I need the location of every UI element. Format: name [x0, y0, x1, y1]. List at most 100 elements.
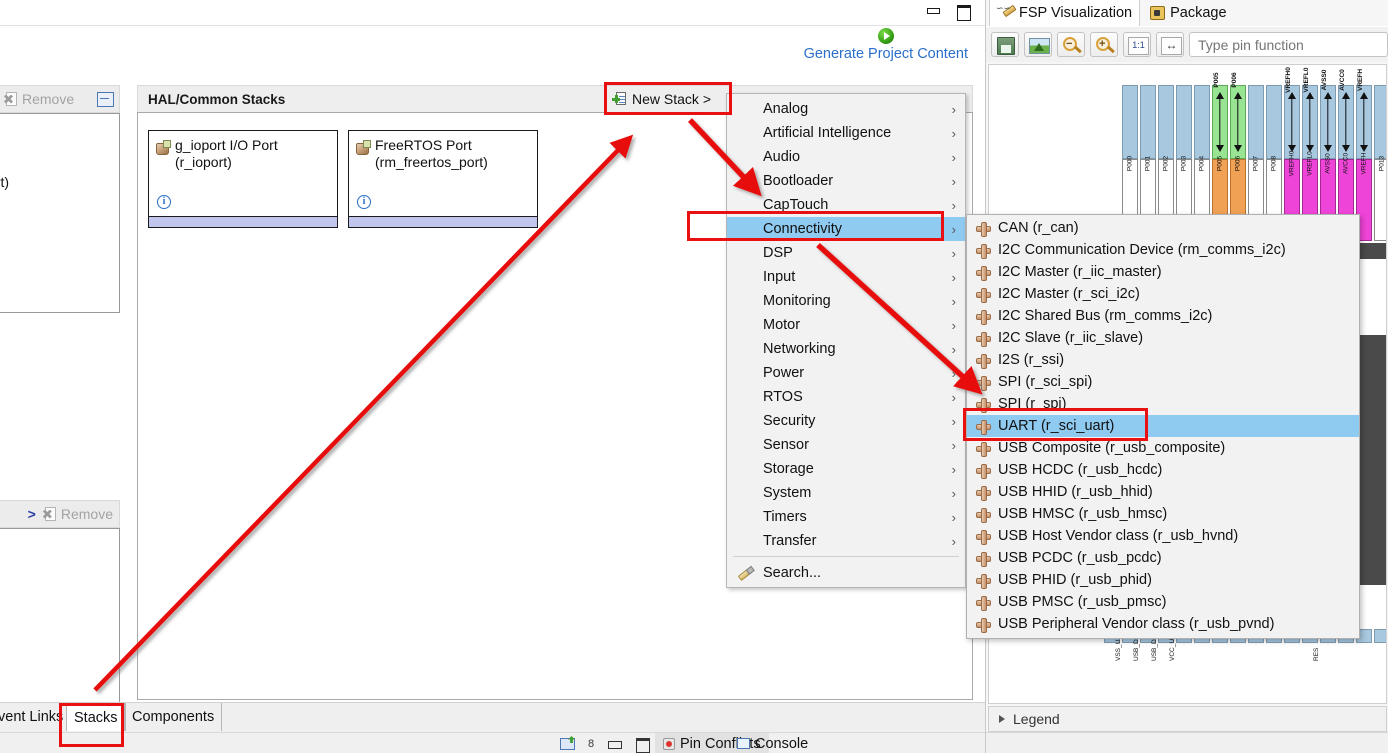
chevron-right-icon: ›	[951, 150, 956, 165]
pin-column-bottom[interactable]	[1374, 613, 1386, 650]
stack-line1: g_ioport I/O Port	[175, 137, 278, 153]
pin-module-icon	[976, 243, 991, 259]
menu-item-search[interactable]: Search...	[727, 560, 965, 585]
tab-event-links-label: vent Links	[0, 709, 64, 725]
connectivity-submenu[interactable]: CAN (r_can) I2C Communication Device (rm…	[966, 214, 1360, 639]
tab-console[interactable]: Console	[737, 733, 808, 753]
menu-item-captouch[interactable]: CapTouch ›	[727, 193, 965, 217]
menu-item-timers[interactable]: Timers ›	[727, 505, 965, 529]
pin-module-icon	[976, 617, 991, 633]
menu-item-monitoring[interactable]: Monitoring ›	[727, 289, 965, 313]
submenu-item-usb-phid[interactable]: USB PHID (r_usb_phid)	[967, 569, 1359, 591]
pin-top-name: P006	[1231, 72, 1238, 88]
green-play-icon[interactable]	[877, 28, 894, 44]
submenu-item-usb-composite[interactable]: USB Composite (r_usb_composite)	[967, 437, 1359, 459]
submenu-item-i2c-master-sci[interactable]: I2C Master (r_sci_i2c)	[967, 283, 1359, 305]
generate-project-content-link[interactable]: Generate Project Content	[804, 46, 968, 62]
info-icon[interactable]: i	[157, 195, 171, 209]
submenu-item-usb-hmsc[interactable]: USB HMSC (r_usb_hmsc)	[967, 503, 1359, 525]
pin-function-search-input[interactable]	[1189, 32, 1388, 57]
tab-components[interactable]: Components	[124, 703, 223, 731]
menu-item-rtos[interactable]: RTOS ›	[727, 385, 965, 409]
maximize-icon[interactable]	[955, 2, 971, 21]
page-title: HAL/Common Stacks	[148, 91, 286, 107]
tab-event-links[interactable]: vent Links	[0, 703, 72, 731]
info-icon[interactable]: i	[357, 195, 371, 209]
collapse-all-icon[interactable]	[97, 92, 114, 107]
menu-item-power[interactable]: Power ›	[727, 361, 965, 385]
remove-button-2[interactable]: Remove	[42, 506, 113, 522]
submenu-item-uart[interactable]: UART (r_sci_uart)	[967, 415, 1359, 437]
tab-fsp-visualization[interactable]: FSP Visualization	[989, 0, 1141, 26]
submenu-item-usb-hcdc[interactable]: USB HCDC (r_usb_hcdc)	[967, 459, 1359, 481]
menu-item-motor[interactable]: Motor ›	[727, 313, 965, 337]
submenu-item-usb-hhid[interactable]: USB HHID (r_usb_hhid)	[967, 481, 1359, 503]
submenu-label: USB PHID (r_usb_phid)	[998, 572, 1152, 588]
maximize-view-icon[interactable]	[635, 737, 651, 753]
pin-module-icon	[976, 309, 991, 325]
menu-item-security[interactable]: Security ›	[727, 409, 965, 433]
package-icon	[1150, 6, 1166, 20]
zoom-in-icon[interactable]: +	[1090, 32, 1118, 57]
submenu-item-i2c-master-iic[interactable]: I2C Master (r_iic_master)	[967, 261, 1359, 283]
submenu-item-usb-host-vendor[interactable]: USB Host Vendor class (r_usb_hvnd)	[967, 525, 1359, 547]
menu-item-audio[interactable]: Audio ›	[727, 145, 965, 169]
stack-line2: (rm_freertos_port)	[375, 154, 488, 170]
new-stack-button[interactable]: New Stack >	[605, 89, 721, 109]
menu-label: Connectivity	[763, 221, 842, 237]
menu-item-system[interactable]: System ›	[727, 481, 965, 505]
pin-upper	[1374, 85, 1386, 159]
tab-stacks[interactable]: Stacks	[66, 703, 126, 731]
pin-column[interactable]: P013	[1374, 85, 1386, 241]
submenu-item-i2c-shared-bus[interactable]: I2C Shared Bus (rm_comms_i2c)	[967, 305, 1359, 327]
menu-item-connectivity[interactable]: Connectivity ›	[727, 217, 965, 241]
menu-item-transfer[interactable]: Transfer ›	[727, 529, 965, 553]
stack-footer-bar	[149, 216, 337, 227]
submenu-item-i2s[interactable]: I2S (r_ssi)	[967, 349, 1359, 371]
submenu-item-usb-pmsc[interactable]: USB PMSC (r_usb_pmsc)	[967, 591, 1359, 613]
stack-module-freertos-port[interactable]: FreeRTOS Port (rm_freertos_port) i	[348, 130, 538, 228]
pin-module-icon	[976, 595, 991, 611]
submenu-item-usb-pcdc[interactable]: USB PCDC (r_usb_pcdc)	[967, 547, 1359, 569]
menu-item-input[interactable]: Input ›	[727, 265, 965, 289]
new-stack-context-menu[interactable]: Analog › Artificial Intelligence › Audio…	[726, 93, 966, 588]
save-image-icon[interactable]	[991, 32, 1019, 57]
menu-label: Artificial Intelligence	[763, 125, 892, 141]
stack-line2: (r_ioport)	[175, 154, 232, 170]
submenu-item-usb-peripheral-vendor[interactable]: USB Peripheral Vendor class (r_usb_pvnd)	[967, 613, 1359, 635]
pin-module-icon	[976, 221, 991, 237]
submenu-item-i2c-slave[interactable]: I2C Slave (r_iic_slave)	[967, 327, 1359, 349]
pin-lower: P013	[1374, 156, 1386, 241]
submenu-label: CAN (r_can)	[998, 220, 1079, 236]
remove-button[interactable]: Remove	[4, 91, 74, 107]
menu-item-storage[interactable]: Storage ›	[727, 457, 965, 481]
menu-item-bootloader[interactable]: Bootloader ›	[727, 169, 965, 193]
left-clipped-panel: Remove ort)	[0, 85, 120, 313]
zoom-out-icon[interactable]: −	[1057, 32, 1085, 57]
chevron-right-icon: ›	[951, 318, 956, 333]
pin-band	[1374, 629, 1386, 643]
submenu-item-spi-sci[interactable]: SPI (r_sci_spi)	[967, 371, 1359, 393]
tab-package[interactable]: Package	[1143, 0, 1233, 26]
legend-expander[interactable]: Legend	[988, 706, 1387, 732]
menu-separator	[733, 556, 959, 557]
menu-item-artificial-intelligence[interactable]: Artificial Intelligence ›	[727, 121, 965, 145]
submenu-item-can[interactable]: CAN (r_can)	[967, 217, 1359, 239]
menu-item-dsp[interactable]: DSP ›	[727, 241, 965, 265]
restore-view-icon[interactable]	[560, 737, 575, 750]
export-image-icon[interactable]	[1024, 32, 1052, 57]
menu-item-analog[interactable]: Analog ›	[727, 97, 965, 121]
fit-width-icon[interactable]	[1156, 32, 1184, 57]
pin-module-icon	[976, 441, 991, 457]
actual-size-icon[interactable]	[1123, 32, 1151, 57]
chevron-right-icon: ›	[951, 294, 956, 309]
stack-module-ioport[interactable]: g_ioport I/O Port (r_ioport) i	[148, 130, 338, 228]
app-root: Generate Project Content Remove ort) >	[0, 0, 1388, 753]
menu-item-networking[interactable]: Networking ›	[727, 337, 965, 361]
minimize-view-icon[interactable]	[607, 737, 623, 750]
submenu-item-i2c-comms-device[interactable]: I2C Communication Device (rm_comms_i2c)	[967, 239, 1359, 261]
minimize-icon[interactable]	[925, 2, 941, 18]
menu-item-sensor[interactable]: Sensor ›	[727, 433, 965, 457]
submenu-item-spi[interactable]: SPI (r_spi)	[967, 393, 1359, 415]
chevron-right-icon: ›	[951, 174, 956, 189]
